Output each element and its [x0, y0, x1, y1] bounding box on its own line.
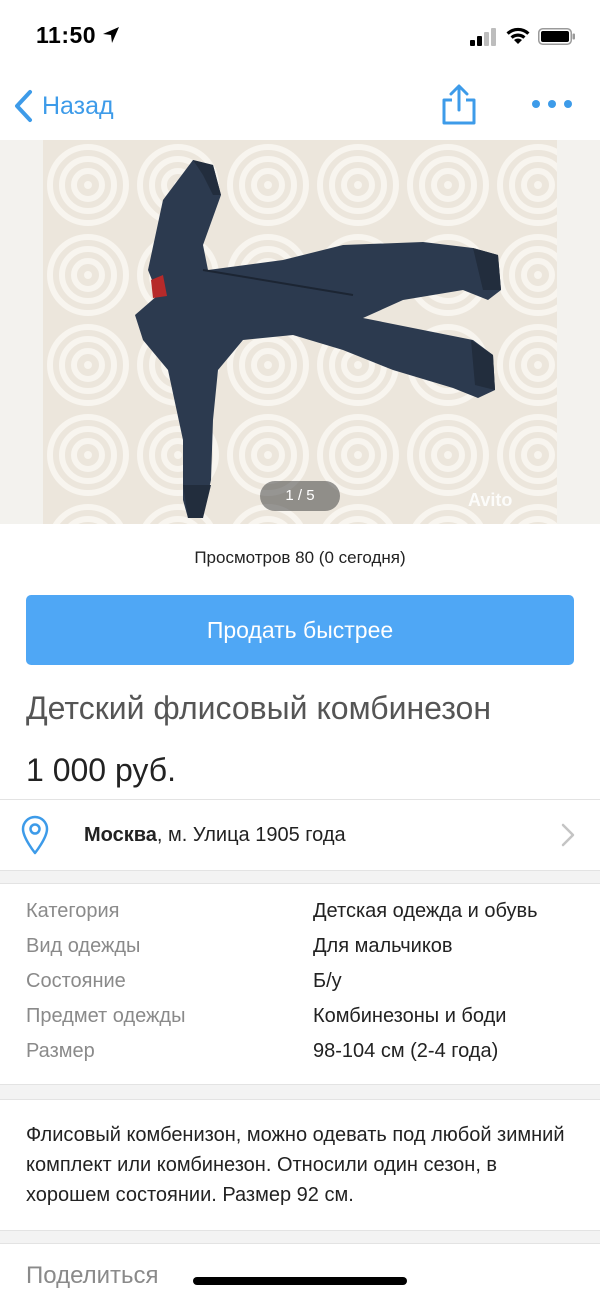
section-separator	[0, 1084, 600, 1100]
wifi-icon	[506, 27, 530, 44]
share-label: Поделиться	[26, 1262, 159, 1289]
location-arrow-icon	[103, 27, 119, 43]
section-separator	[0, 1230, 600, 1244]
param-value: Б/у	[313, 970, 342, 992]
location-address: Москва, м. Улица 1905 года	[84, 824, 346, 847]
location-metro: , м. Улица 1905 года	[156, 824, 346, 846]
divider	[0, 1084, 600, 1085]
description-text: Флисовый комбенизон, можно одевать под л…	[26, 1124, 565, 1206]
param-row: Категория Детская одежда и обувь	[0, 900, 600, 935]
battery-icon	[538, 28, 575, 45]
views-count: Просмотров 80 (0 сегодня)	[194, 548, 406, 567]
param-value: Комбинезоны и боди	[313, 1005, 507, 1027]
home-indicator[interactable]	[193, 1277, 407, 1285]
listing-photo[interactable]	[43, 140, 557, 524]
chevron-left-icon	[15, 90, 32, 122]
param-value: 98-104 см (2-4 года)	[313, 1040, 499, 1062]
status-time: 11:50	[36, 22, 97, 48]
sell-faster-button[interactable]: Продать быстрее	[26, 595, 574, 665]
share-row[interactable]: Поделиться	[0, 1244, 600, 1298]
param-row: Размер 98-104 см (2-4 года)	[0, 1040, 600, 1075]
param-row: Предмет одежды Комбинезоны и боди	[0, 1005, 600, 1040]
status-bar: 11:50	[0, 0, 600, 70]
section-separator	[0, 870, 600, 884]
map-pin-icon	[21, 815, 49, 855]
divider	[0, 870, 600, 871]
listing-price: 1 000 руб.	[26, 752, 176, 788]
chevron-right-icon	[561, 823, 575, 847]
divider	[0, 1230, 600, 1231]
more-options-icon[interactable]	[530, 96, 574, 112]
navigation-bar: Назад	[0, 70, 600, 140]
param-key: Предмет одежды	[26, 1005, 186, 1027]
description-section: Флисовый комбенизон, можно одевать под л…	[0, 1100, 600, 1230]
param-key: Категория	[26, 900, 120, 922]
param-row: Вид одежды Для мальчиков	[0, 935, 600, 970]
param-key: Состояние	[26, 970, 126, 992]
location-row[interactable]: Москва, м. Улица 1905 года	[0, 800, 600, 870]
back-button[interactable]: Назад	[12, 88, 114, 124]
param-key: Вид одежды	[26, 935, 141, 957]
param-value: Для мальчиков	[313, 935, 453, 957]
photo-counter: 1 / 5	[260, 481, 340, 511]
back-button-label: Назад	[42, 91, 114, 120]
listing-title: Детский флисовый комбинезон	[26, 690, 491, 726]
location-city: Москва	[84, 824, 157, 846]
watermark-logo: Avito	[468, 490, 513, 510]
photo-gallery[interactable]: 1 / 5 Avito	[0, 140, 600, 524]
cellular-signal-icon	[470, 28, 498, 46]
share-icon[interactable]	[440, 84, 478, 126]
param-row: Состояние Б/у	[0, 970, 600, 1005]
params-list: Категория Детская одежда и обувь Вид оде…	[0, 884, 600, 1084]
param-value: Детская одежда и обувь	[313, 900, 538, 922]
param-key: Размер	[26, 1040, 95, 1062]
